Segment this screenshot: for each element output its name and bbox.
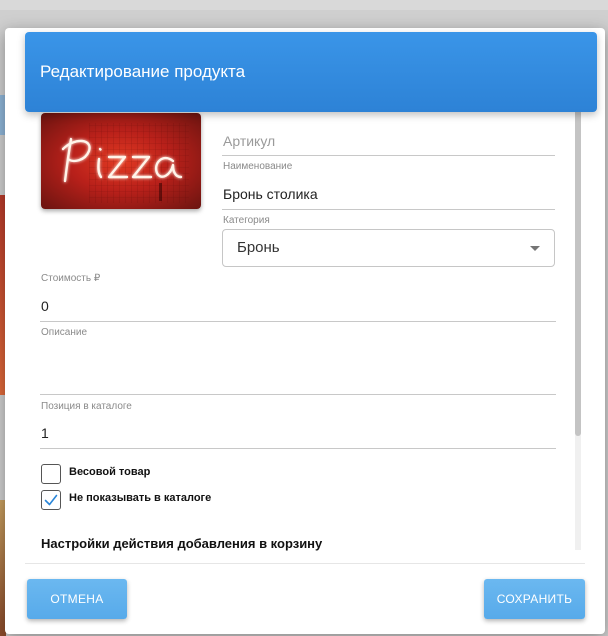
name-label: Наименование xyxy=(223,161,293,172)
description-underline xyxy=(40,394,556,395)
caret-down-icon xyxy=(530,246,540,251)
description-label: Описание xyxy=(41,327,88,338)
article-input[interactable]: Артикул xyxy=(223,133,275,149)
description-textarea[interactable] xyxy=(40,340,556,392)
catalog-position-underline xyxy=(40,448,556,449)
dialog-title: Редактирование продукта xyxy=(40,62,246,81)
price-underline xyxy=(40,321,556,322)
scrollbar-thumb[interactable] xyxy=(575,100,581,436)
category-label: Категория xyxy=(223,215,270,226)
footer-divider xyxy=(25,563,585,564)
edit-product-dialog: Артикул Наименование Бронь столика Катег… xyxy=(5,28,605,634)
name-input[interactable]: Бронь столика xyxy=(223,186,318,202)
weight-item-checkbox[interactable] xyxy=(41,464,61,484)
background-page xyxy=(0,0,608,10)
weight-item-label: Весовой товар xyxy=(69,466,151,478)
category-select[interactable]: Бронь xyxy=(222,229,555,267)
dialog-header: Редактирование продукта xyxy=(25,32,597,112)
save-button[interactable]: СОХРАНИТЬ xyxy=(484,579,585,619)
price-input[interactable]: 0 xyxy=(41,298,49,314)
name-underline xyxy=(222,209,555,210)
catalog-position-label: Позиция в каталоге xyxy=(41,401,132,412)
hide-in-catalog-label: Не показывать в каталоге xyxy=(69,492,212,504)
section-title-cart-settings: Настройки действия добавления в корзину xyxy=(41,536,323,551)
cancel-button[interactable]: ОТМЕНА xyxy=(27,579,127,619)
category-select-value: Бронь xyxy=(237,239,280,256)
price-label: Стоимость ₽ xyxy=(41,273,101,284)
article-underline xyxy=(222,155,555,156)
hide-in-catalog-checkbox[interactable] xyxy=(41,490,61,510)
product-image[interactable] xyxy=(41,113,201,209)
pizza-neon-image xyxy=(61,123,189,203)
checkmark-icon xyxy=(44,494,58,506)
catalog-position-input[interactable]: 1 xyxy=(41,425,49,441)
